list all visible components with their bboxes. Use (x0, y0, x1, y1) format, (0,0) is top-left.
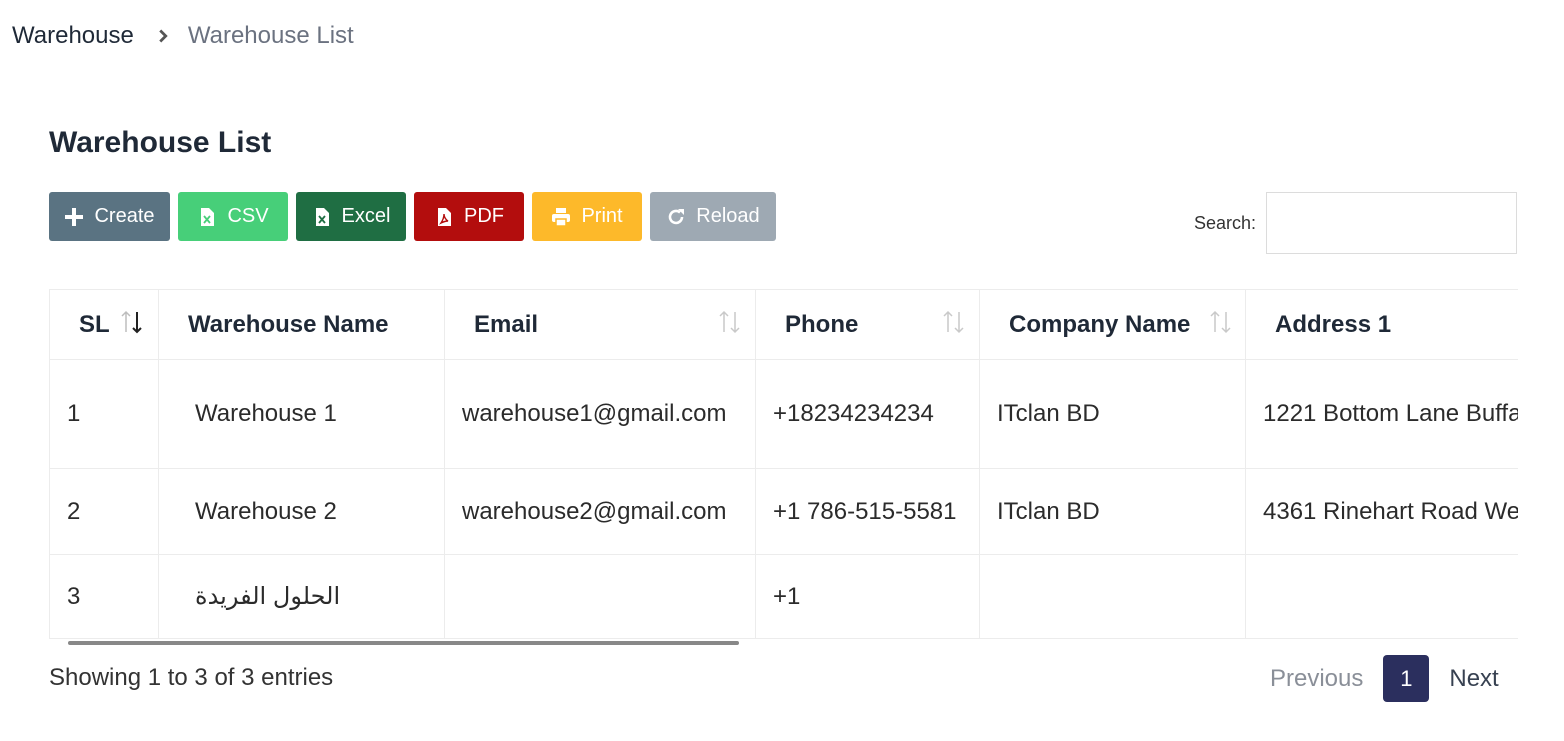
cell-warehouse-name: Warehouse 1 (158, 359, 445, 469)
warehouse-table: SL Warehouse Name Email Phone Company Na… (49, 289, 1518, 639)
cell-sl: 2 (49, 468, 159, 555)
table-row[interactable]: 1 Warehouse 1 warehouse1@gmail.com +1823… (49, 359, 1518, 469)
pdf-button[interactable]: PDF (414, 192, 524, 241)
column-header-company-name[interactable]: Company Name (979, 289, 1246, 360)
column-header-warehouse-name[interactable]: Warehouse Name (158, 289, 445, 360)
search-input[interactable] (1266, 192, 1518, 254)
table-header-row: SL Warehouse Name Email Phone Company Na… (49, 289, 1518, 360)
csv-button-label: CSV (227, 205, 269, 227)
file-excel-icon (315, 207, 329, 226)
cell-warehouse-name: Warehouse 2 (158, 468, 445, 555)
cell-company-name: ITclan BD (979, 359, 1246, 469)
excel-button[interactable]: Excel (296, 192, 406, 241)
cell-phone: +1 (755, 554, 980, 639)
pdf-button-label: PDF (464, 205, 504, 227)
create-button-label: Create (94, 205, 155, 227)
print-icon (552, 207, 571, 227)
reload-button-label: Reload (696, 205, 760, 227)
cell-email: warehouse2@gmail.com (444, 468, 756, 555)
file-pdf-icon (438, 207, 451, 226)
column-header-label: Warehouse Name (188, 310, 389, 338)
column-header-phone[interactable]: Phone (755, 289, 980, 360)
column-header-label: Email (474, 310, 539, 338)
table-row[interactable]: 2 Warehouse 2 warehouse2@gmail.com +1 78… (49, 468, 1518, 555)
print-button-label: Print (581, 205, 623, 227)
reload-icon (669, 208, 685, 224)
column-header-address-1[interactable]: Address 1 (1245, 289, 1518, 360)
column-header-label: Phone (785, 310, 859, 338)
sort-icon (941, 308, 967, 336)
plus-icon (65, 207, 84, 226)
table-row[interactable]: 3 الحلول الفريدة +1 (49, 554, 1518, 639)
column-header-label: Company Name (1009, 310, 1191, 338)
cell-address-1: 1221 Bottom Lane Buffalo (1245, 359, 1518, 469)
breadcrumb: Warehouse Warehouse List (12, 22, 354, 50)
column-header-label: SL (79, 310, 110, 338)
chevron-right-icon (152, 25, 174, 47)
create-button[interactable]: Create (49, 192, 170, 241)
table-toolbar: Create CSV Excel PDF Print Reload (49, 192, 776, 241)
cell-email: warehouse1@gmail.com (444, 359, 756, 469)
column-header-sl[interactable]: SL (49, 289, 159, 360)
next-page-button[interactable]: Next (1435, 665, 1512, 693)
cell-email (444, 554, 756, 639)
column-header-label: Address 1 (1275, 310, 1392, 338)
page-1-button[interactable]: 1 (1383, 655, 1430, 702)
reload-button[interactable]: Reload (650, 192, 776, 241)
cell-address-1: 4361 Rinehart Road West (1245, 468, 1518, 555)
cell-phone: +18234234234 (755, 359, 980, 469)
breadcrumb-warehouse-link[interactable]: Warehouse (12, 22, 134, 50)
cell-sl: 1 (49, 359, 159, 469)
cell-address-1 (1245, 554, 1518, 639)
csv-button[interactable]: CSV (178, 192, 288, 241)
column-header-email[interactable]: Email (444, 289, 756, 360)
previous-page-button[interactable]: Previous (1256, 665, 1377, 693)
excel-button-label: Excel (341, 205, 391, 227)
search-box: Search: (1194, 192, 1518, 254)
cell-company-name: ITclan BD (979, 468, 1246, 555)
cell-company-name (979, 554, 1246, 639)
cell-warehouse-name: الحلول الفريدة (158, 554, 445, 639)
table-info: Showing 1 to 3 of 3 entries (49, 664, 334, 691)
cell-phone: +1 786-515-5581 (755, 468, 980, 555)
breadcrumb-current: Warehouse List (187, 22, 354, 49)
sort-icon (717, 308, 743, 336)
cell-sl: 3 (49, 554, 159, 639)
horizontal-scrollbar[interactable] (68, 641, 739, 645)
print-button[interactable]: Print (532, 192, 642, 241)
sort-desc-icon (119, 308, 145, 336)
search-label: Search: (1194, 212, 1257, 233)
pagination: Previous 1 Next (1256, 655, 1513, 702)
warehouse-table-container: SL Warehouse Name Email Phone Company Na… (49, 289, 1518, 639)
sort-icon (1208, 308, 1234, 336)
file-excel-icon (201, 207, 215, 226)
page-title: Warehouse List (49, 126, 272, 159)
